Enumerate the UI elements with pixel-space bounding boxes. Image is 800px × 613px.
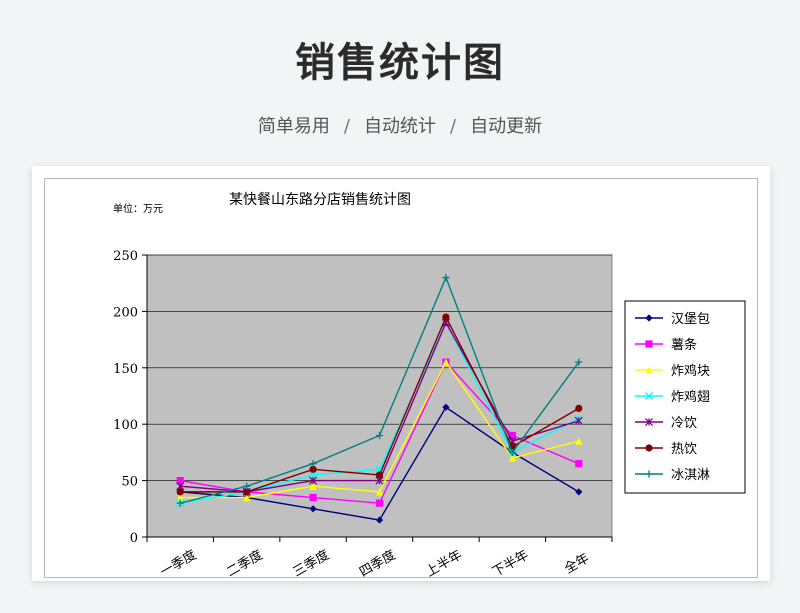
chart-title: 某快餐山东路分店销售统计图 [229,192,411,208]
plot-area: 0 50 100 150 200 250 一季度 二季度 三季度 四季度 上半年 下半年 全年 [113,249,613,577]
legend-label: 炸鸡翅 [671,389,710,405]
x-tick-label: 全年 [562,550,593,577]
legend-marker [645,340,653,348]
x-tick-label: 三季度 [290,547,332,577]
x-tick-label: 二季度 [224,547,266,577]
x-tick-label: 上半年 [424,548,465,577]
y-tick-label: 250 [113,249,138,264]
subtitle-item-auto-update: 自动更新 [470,116,543,137]
line-chart: 某快餐山东路分店销售统计图 单位：万元 0 50 100 150 200 250 一季度 二季… [113,192,746,577]
data-point [309,493,317,502]
x-tick-label: 一季度 [157,547,199,577]
subtitle-item-auto-stats: 自动统计 [364,116,436,137]
unit-label: 单位：万元 [113,202,163,215]
legend-label: 薯条 [671,337,697,353]
subtitle-item-easy: 简单易用 [257,116,330,137]
data-point [575,404,583,413]
page-title: 销售统计图 [295,40,505,86]
data-point [375,471,384,479]
data-point [176,488,184,496]
y-tick-label: 50 [121,475,138,490]
chart-card: 某快餐山东路分店销售统计图 单位：万元 0 50 100 150 200 250 一季度 二季… [32,166,770,581]
data-point [375,499,384,507]
legend-label: 冰淇淋 [671,468,710,483]
x-tick-label: 下半年 [490,548,531,577]
subtitle-separator: / [343,116,350,137]
y-tick-label: 200 [113,305,138,320]
data-point [442,313,450,321]
legend-label: 炸鸡块 [671,363,710,379]
legend-marker [645,444,653,452]
y-tick-label: 0 [130,531,138,546]
legend: 汉堡包薯条炸鸡块炸鸡翅冷饮热饮冰淇淋 [624,300,746,494]
subtitle-separator: / [450,116,457,137]
x-tick-label: 四季度 [357,547,399,577]
legend-label: 热饮 [671,442,697,457]
data-point [575,460,583,468]
legend-label: 汉堡包 [671,311,710,327]
page-subtitle: 简单易用 / 自动统计 / 自动更新 [0,112,800,138]
y-tick-label: 150 [113,362,138,377]
y-tick-label: 100 [113,418,138,433]
legend-label: 冷饮 [671,416,697,431]
chart-frame: 某快餐山东路分店销售统计图 单位：万元 0 50 100 150 200 250 一季度 二季… [44,178,758,578]
